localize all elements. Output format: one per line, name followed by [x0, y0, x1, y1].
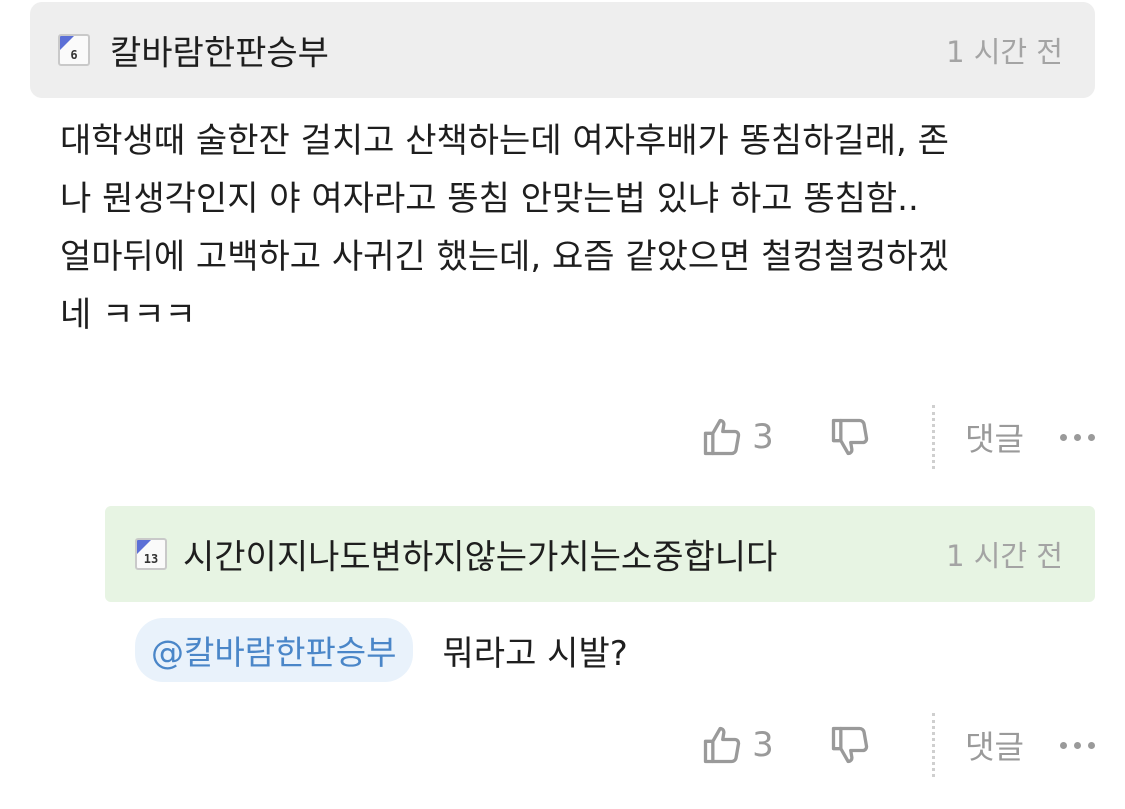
- reply-actions: 3 댓글: [700, 713, 1095, 777]
- actions-divider: [932, 713, 936, 777]
- more-dot: [1088, 741, 1095, 749]
- dislike-button[interactable]: [828, 415, 872, 459]
- more-dot: [1088, 433, 1095, 441]
- like-count: 3: [752, 725, 774, 765]
- dislike-button[interactable]: [828, 723, 872, 767]
- comment-header: 6 칼바람한판승부 1 시간 전: [30, 2, 1095, 98]
- reply-header: 13 시간이지나도변하지않는가치는소중합니다 1 시간 전: [105, 506, 1095, 602]
- level-number: 13: [143, 552, 159, 566]
- thumbs-down-icon: [831, 726, 869, 764]
- thumbs-up-icon: [703, 726, 741, 764]
- more-horizontal-icon[interactable]: [1060, 741, 1095, 749]
- comment-author[interactable]: 칼바람한판승부: [110, 26, 329, 75]
- reply-body: @칼바람한판승부 뭐라고 시발?: [135, 618, 628, 682]
- more-horizontal-icon[interactable]: [1060, 433, 1095, 441]
- thumbs-up-icon: [703, 418, 741, 456]
- thumbs-down-icon: [831, 418, 869, 456]
- comment-line: 대학생때 술한잔 걸치고 산책하는데 여자후배가 똥침하길래, 존: [60, 121, 949, 161]
- comment-line: 네 ㅋㅋㅋ: [60, 295, 196, 335]
- like-count: 3: [752, 417, 774, 457]
- like-button[interactable]: 3: [700, 415, 788, 459]
- level-number: 6: [70, 48, 78, 62]
- more-dot: [1074, 433, 1081, 441]
- comment-line: 나 뭔생각인지 야 여자라고 똥침 안맞는법 있냐 하고 똥침함..: [60, 179, 919, 219]
- reply-author[interactable]: 시간이지나도변하지않는가치는소중합니다: [183, 530, 777, 579]
- reply-button[interactable]: 댓글: [965, 414, 1024, 460]
- more-dot: [1074, 741, 1081, 749]
- more-dot: [1060, 741, 1067, 749]
- actions-divider: [932, 405, 936, 469]
- comment-actions: 3 댓글: [700, 405, 1095, 469]
- level-badge-icon: 13: [135, 538, 167, 570]
- comment-time: 1 시간 전: [946, 35, 1063, 69]
- level-badge-icon: 6: [58, 34, 90, 66]
- comment-line: 얼마뒤에 고백하고 사귀긴 했는데, 요즘 같았으면 철컹철컹하겠: [60, 237, 949, 277]
- like-button[interactable]: 3: [700, 723, 788, 767]
- reply-button[interactable]: 댓글: [965, 722, 1024, 768]
- comment-body: 대학생때 술한잔 걸치고 산책하는데 여자후배가 똥침하길래, 존 나 뭔생각인…: [60, 112, 1095, 344]
- more-dot: [1060, 433, 1067, 441]
- reply-time: 1 시간 전: [946, 539, 1063, 573]
- reply-text: 뭐라고 시발?: [442, 633, 628, 674]
- mention-tag[interactable]: @칼바람한판승부: [135, 618, 413, 682]
